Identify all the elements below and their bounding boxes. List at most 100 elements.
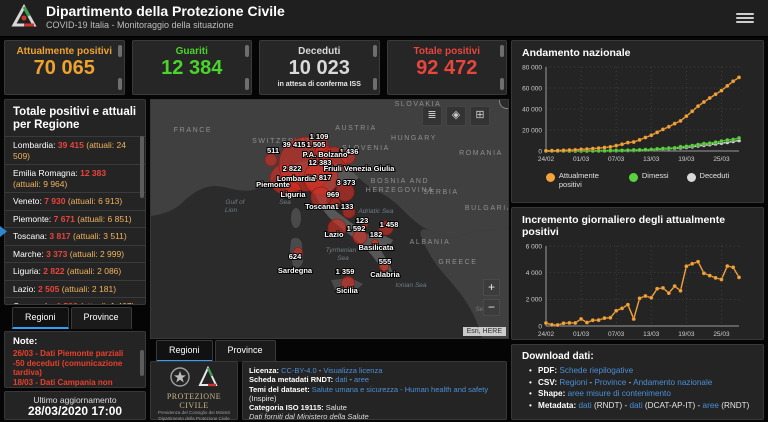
y-tick-label: 0 — [538, 148, 542, 155]
card-scrollbar-bottom[interactable] — [500, 78, 504, 90]
stat-card-note: in attesa di conferma ISS — [277, 81, 361, 88]
region-list-scrollbar[interactable] — [140, 136, 144, 198]
legend-item[interactable]: Dimessi — [628, 171, 669, 189]
link[interactable]: dati — [335, 375, 347, 384]
x-tick-label: 13/03 — [643, 156, 660, 163]
legend-item[interactable]: Attualmente positivi — [545, 171, 611, 189]
region-row[interactable]: Toscana: 3 817 (attuali: 3 511) — [5, 227, 145, 245]
card-scrollbar-top[interactable] — [117, 45, 122, 57]
data-point — [701, 99, 707, 105]
region-row[interactable]: Campania: 1 592 (attuali: 1 407) — [5, 297, 145, 304]
data-point — [543, 320, 549, 326]
layers-icon[interactable]: ◈ — [446, 106, 466, 126]
region-row[interactable]: Veneto: 7 930 (attuali: 6 913) — [5, 192, 145, 210]
bubble-value-label: 969 — [327, 190, 340, 199]
map-region-label: Sardegna — [278, 266, 313, 275]
data-point — [578, 147, 584, 152]
tab-province[interactable]: Province — [70, 307, 132, 329]
card-scrollbar-top[interactable] — [500, 45, 504, 57]
card-scrollbar-top[interactable] — [372, 45, 377, 57]
text: Scheda metadati RNDT: — [249, 375, 336, 385]
notes-title: Note: — [13, 336, 38, 347]
tab-regioni[interactable]: Regioni — [12, 307, 69, 329]
data-point — [567, 147, 572, 153]
data-point — [625, 147, 631, 153]
data-point — [684, 144, 689, 149]
legend-label: Deceduti — [699, 171, 730, 180]
data-point — [736, 75, 742, 80]
region-row[interactable]: Lombardia: 39 415 (attuali: 24 509) — [5, 136, 145, 164]
link[interactable]: Andamento nazionale — [633, 378, 712, 387]
region-row[interactable]: Emilia Romagna: 12 383 (attuali: 9 964) — [5, 164, 145, 192]
page-title: Dipartimento della Protezione Civile — [46, 3, 285, 19]
link[interactable]: aree — [354, 375, 369, 384]
link[interactable]: Visualizza licenza — [323, 366, 382, 375]
page-subtitle: COVID-19 Italia - Monitoraggio della sit… — [46, 20, 234, 30]
zoom-out-button[interactable]: − — [483, 299, 500, 316]
italy-map[interactable]: FRANCE SWITZERLAND AUSTRIA SLOVAKIA HUNGARY S… — [150, 99, 509, 339]
data-point — [736, 275, 742, 280]
download-title: Download dati: — [522, 351, 594, 362]
card-scrollbar-bottom[interactable] — [372, 78, 377, 90]
card-scrollbar-bottom[interactable] — [117, 78, 122, 90]
x-tick-label: 25/03 — [713, 156, 730, 163]
basemap-icon[interactable]: ⊞ — [470, 106, 490, 126]
text: (Inspire) — [249, 393, 277, 403]
link[interactable]: Regioni — [559, 378, 587, 387]
stat-card-value: 92 472 — [416, 57, 478, 79]
card-scrollbar-bottom[interactable] — [245, 78, 249, 90]
link[interactable]: Schede riepilogative — [559, 366, 633, 375]
text: (RNDT) - — [591, 400, 630, 410]
stat-card-value: 12 384 — [161, 57, 223, 79]
map-tab-province[interactable]: Province — [214, 340, 276, 362]
series-line-Incremento giornaliero — [545, 260, 740, 326]
x-tick-label: 19/03 — [678, 331, 695, 338]
legend-item[interactable]: Deceduti — [686, 171, 730, 189]
link[interactable]: aree — [703, 401, 719, 410]
zoom-in-button[interactable]: + — [483, 279, 500, 296]
region-row[interactable]: Marche: 3 373 (attuali: 2 999) — [5, 244, 145, 263]
national-trend-chart[interactable]: 0 20 000 40 000 60 000 80 000 24/02 01/03 07/03… — [512, 61, 749, 165]
link[interactable]: dati — [579, 401, 592, 410]
region-total: 2 505 — [38, 283, 60, 294]
region-name: Veneto: — [13, 196, 45, 206]
region-current: (attuali: 6 913) — [65, 196, 123, 206]
daily-increase-chart[interactable]: 0 2 000 4 000 6 000 24/02 01/03 07/03 13/03 19/0… — [512, 240, 749, 340]
card-scrollbar-top[interactable] — [245, 45, 249, 57]
legend-icon[interactable]: ≣ — [422, 106, 442, 126]
link[interactable]: Salute umana e sicurezza - Human health … — [312, 385, 488, 394]
stat-card-1[interactable]: Guariti 12 384 — [131, 40, 252, 95]
region-total: 3 373 — [46, 248, 68, 259]
data-point — [666, 290, 672, 296]
data-point — [654, 286, 660, 291]
menu-icon[interactable] — [736, 11, 754, 25]
bubble-value-label: 39 415 — [283, 140, 306, 149]
region-row[interactable]: Liguria: 2 822 (attuali: 2 086) — [5, 262, 145, 280]
stat-card-0[interactable]: Attualmente positivi 70 065 — [4, 40, 125, 95]
data-point — [730, 79, 736, 84]
data-point — [666, 145, 672, 151]
download-item: PDF: Schede riepilogative — [529, 365, 763, 377]
link[interactable]: Province — [594, 378, 626, 387]
case-bubble[interactable] — [264, 153, 278, 167]
bubble-value-label: 1 133 — [335, 202, 354, 211]
notes-scrollbar[interactable] — [140, 350, 144, 376]
data-point — [602, 145, 607, 150]
data-point — [608, 144, 613, 150]
data-point — [684, 113, 689, 119]
link[interactable]: aree misure di contenimento — [568, 389, 671, 398]
link[interactable]: dati — [629, 401, 642, 410]
region-row[interactable]: Lazio: 2 505 (attuali: 2 181) — [5, 279, 145, 298]
region-row[interactable]: Piemonte: 7 671 (attuali: 6 851) — [5, 209, 145, 228]
stat-card-2[interactable]: Deceduti 10 023 in attesa di conferma ISS — [259, 40, 380, 95]
text: PDF: — [538, 366, 560, 375]
x-tick-label: 25/03 — [713, 331, 730, 338]
series-line-Attualmente positivi — [545, 76, 740, 152]
sea-label: Sea — [337, 255, 349, 262]
data-point — [631, 316, 636, 322]
data-point — [555, 322, 560, 328]
data-point — [555, 148, 560, 153]
stat-card-3[interactable]: Totale positivi 92 472 — [386, 40, 507, 95]
link[interactable]: CC-BY-4.0 — [281, 366, 317, 375]
map-tab-regioni[interactable]: Regioni — [156, 340, 213, 362]
